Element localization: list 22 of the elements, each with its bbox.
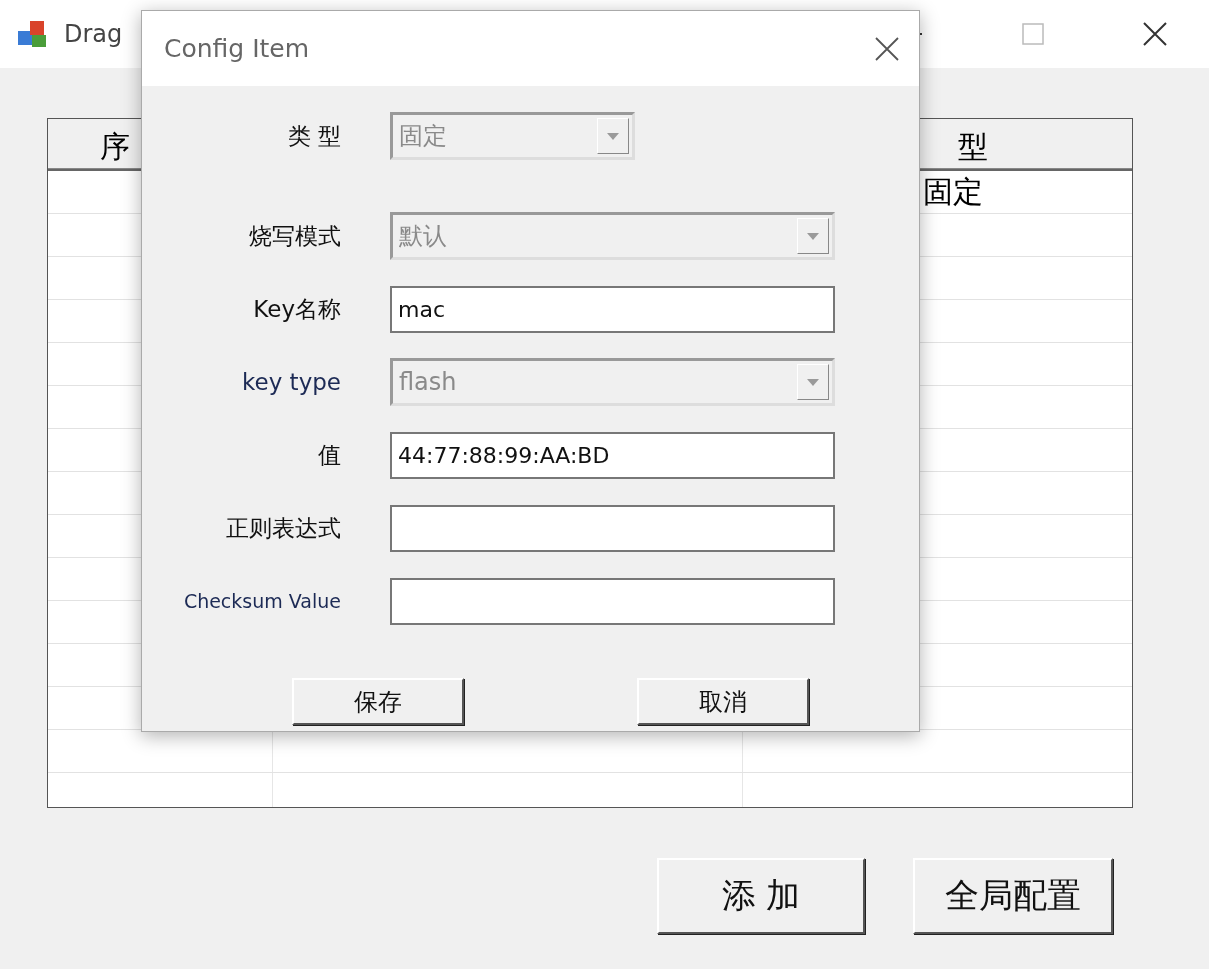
column-header[interactable]: 型 (958, 127, 988, 168)
save-button[interactable]: 保存 (292, 678, 464, 725)
close-icon[interactable] (1143, 22, 1167, 46)
field-label: Key名称 (252, 294, 341, 324)
field-label: Checksum Value (182, 590, 341, 612)
input-field[interactable] (390, 577, 835, 625)
settings-button[interactable]: 全局配置 (913, 858, 1113, 934)
field-label: 值 (317, 440, 341, 470)
field-label: 类 型 (286, 121, 341, 151)
column-header[interactable]: 序 (100, 127, 130, 168)
field-label: 正则表达式 (225, 513, 341, 543)
add-button[interactable]: 添 加 (657, 858, 865, 934)
input-field[interactable]: 44:77:88:99:AA:BD (390, 431, 835, 479)
cancel-button[interactable]: 取消 (637, 678, 809, 725)
field-label: 烧写模式 (248, 221, 341, 251)
window-title: Drag (64, 20, 123, 48)
field-label: key type (241, 369, 341, 395)
dialog-title: Config Item (164, 34, 311, 63)
input-field[interactable] (390, 504, 835, 552)
close-icon[interactable] (875, 36, 899, 61)
table-cell-text: 固定 (923, 172, 983, 211)
input-field[interactable]: mac (390, 285, 835, 333)
